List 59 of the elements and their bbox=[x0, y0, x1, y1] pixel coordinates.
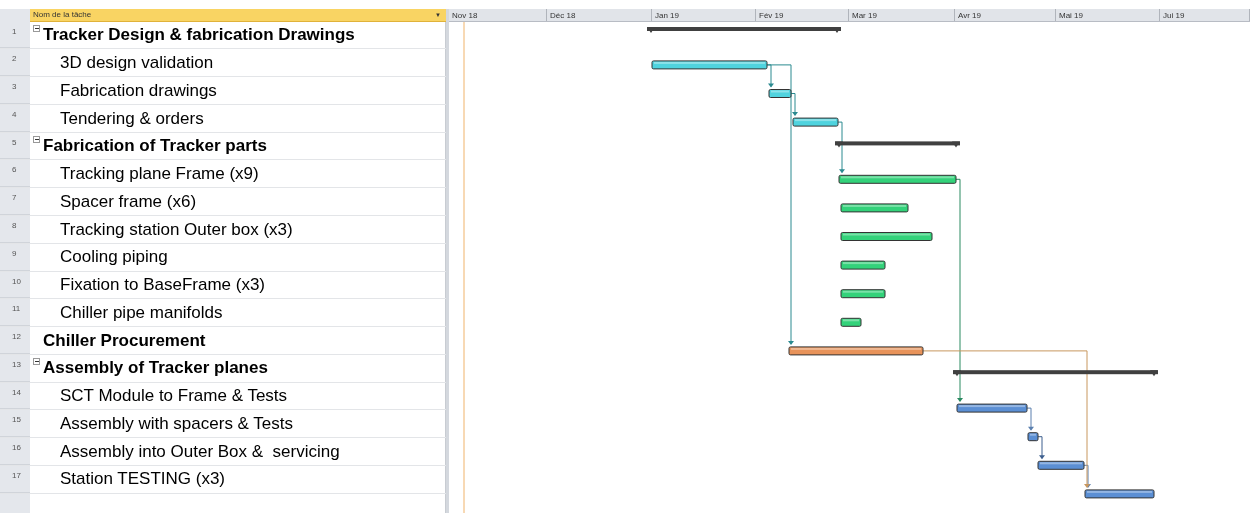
task-name[interactable]: Fixation to BaseFrame (x3) bbox=[34, 272, 265, 298]
month-header: Mai 19 bbox=[1056, 9, 1160, 21]
row-number: 2 bbox=[0, 49, 30, 77]
task-name[interactable]: Station TESTING (x3) bbox=[34, 466, 225, 492]
task-bar[interactable] bbox=[840, 289, 886, 299]
row-number: 8 bbox=[0, 215, 30, 243]
row-number: 7 bbox=[0, 188, 30, 215]
task-name[interactable]: Fabrication of Tracker parts bbox=[34, 133, 267, 159]
task-bar[interactable] bbox=[840, 260, 886, 270]
month-header: Fév 19 bbox=[756, 9, 849, 21]
row-number: 14 bbox=[0, 382, 30, 410]
task-bar[interactable] bbox=[840, 232, 933, 241]
row-number: 16 bbox=[0, 438, 30, 465]
row-number: 3 bbox=[0, 77, 30, 104]
task-name[interactable]: Tracking plane Frame (x9) bbox=[34, 161, 259, 187]
task-name[interactable]: Assembly into Outer Box & servicing bbox=[34, 438, 340, 465]
month-header: Déc 18 bbox=[547, 9, 652, 21]
month-header: Nov 18 bbox=[449, 9, 547, 21]
task-name[interactable]: Cooling piping bbox=[34, 244, 168, 270]
row-number: 6 bbox=[0, 160, 30, 188]
row-number: 5 bbox=[0, 132, 30, 160]
task-bar[interactable] bbox=[768, 89, 792, 98]
task-bar[interactable] bbox=[1037, 460, 1085, 470]
row-number: 12 bbox=[0, 327, 30, 354]
dependency-arrow bbox=[837, 121, 845, 174]
task-name[interactable]: Chiller Procurement bbox=[34, 327, 206, 354]
task-name[interactable]: 3D design validation bbox=[34, 50, 214, 76]
summary-bar[interactable] bbox=[647, 27, 841, 33]
task-name[interactable]: Tracker Design & fabrication Drawings bbox=[34, 22, 355, 48]
task-name[interactable]: Chiller pipe manifolds bbox=[34, 299, 223, 326]
task-name[interactable]: Assembly of Tracker planes bbox=[34, 355, 268, 381]
collapse-toggle[interactable] bbox=[33, 357, 40, 365]
row-number: 9 bbox=[0, 243, 30, 271]
header-corner bbox=[0, 9, 30, 22]
summary-bar[interactable] bbox=[953, 370, 1158, 377]
task-bar[interactable] bbox=[792, 117, 839, 127]
row-number: 10 bbox=[0, 271, 30, 299]
task-bar[interactable] bbox=[840, 317, 862, 327]
collapse-toggle[interactable] bbox=[33, 24, 40, 32]
task-name[interactable]: Tracking station Outer box (x3) bbox=[34, 216, 293, 243]
task-name[interactable]: Fabrication drawings bbox=[34, 77, 217, 104]
month-header: Mar 19 bbox=[849, 9, 955, 21]
collapse-toggle[interactable] bbox=[33, 135, 40, 143]
task-name[interactable]: Tendering & orders bbox=[34, 105, 204, 132]
task-name[interactable]: Assembly with spacers & Tests bbox=[34, 410, 294, 437]
task-name[interactable]: SCT Module to Frame & Tests bbox=[34, 383, 288, 409]
row-number: 15 bbox=[0, 410, 30, 438]
row-number: 1 bbox=[0, 21, 30, 49]
month-header: Avr 19 bbox=[955, 9, 1056, 21]
month-header: Jan 19 bbox=[652, 9, 756, 21]
row-number: 13 bbox=[0, 354, 30, 382]
summary-bar[interactable] bbox=[835, 141, 960, 148]
row-number: 4 bbox=[0, 104, 30, 132]
row-number: 17 bbox=[0, 465, 30, 493]
row-number: 11 bbox=[0, 299, 30, 327]
month-header: Jui 19 bbox=[1160, 9, 1250, 21]
task-name[interactable]: Spacer frame (x6) bbox=[34, 188, 197, 215]
task-bar[interactable] bbox=[838, 174, 957, 184]
task-bar[interactable] bbox=[1027, 432, 1039, 442]
